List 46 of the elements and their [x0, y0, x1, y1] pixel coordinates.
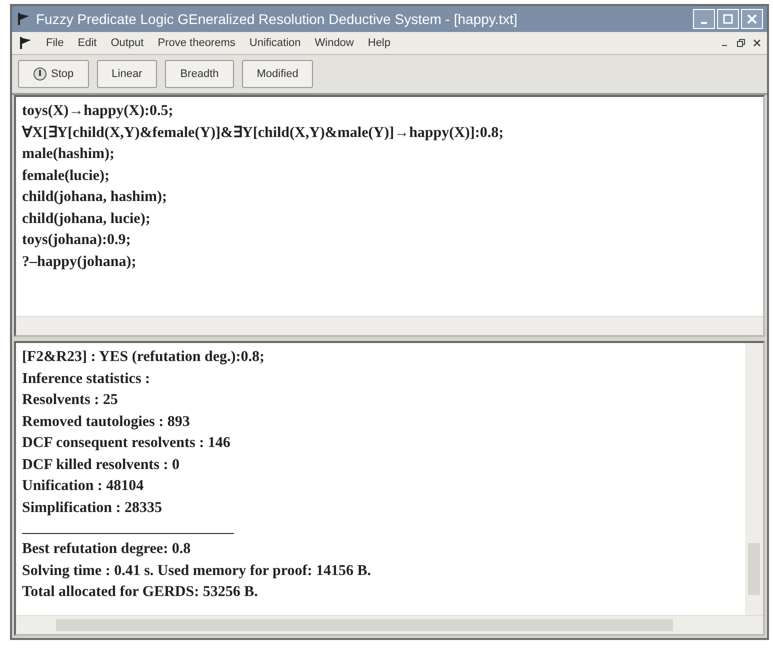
output-line: DCF killed resolvents : 0: [22, 456, 180, 474]
code-line: female(lucie);: [22, 166, 110, 186]
code-line: male(hashim);: [22, 145, 116, 164]
horizontal-scrollbar[interactable]: [16, 316, 763, 335]
toolbar-button[interactable]: Stop: [18, 60, 89, 88]
toolbar-button[interactable]: Breadth: [165, 60, 234, 88]
flag-icon: [16, 12, 30, 26]
minimize-icon: [701, 22, 707, 24]
code-line: toys(johana):0.9;: [22, 231, 132, 250]
code-line: ∀X[∃Y[child(X,Y)&female(Y)]&∃Y[child(X,Y)&male(Y)]→happy(X)]:0.8;: [22, 124, 505, 142]
code-line: child(johana, lucie);: [22, 210, 152, 228]
menu-item[interactable]: Help: [368, 37, 390, 49]
close-icon[interactable]: [753, 39, 761, 47]
maximize-button[interactable]: [717, 9, 739, 29]
menu-item[interactable]: File: [46, 37, 64, 49]
close-icon: [747, 14, 757, 24]
menu-item[interactable]: Output: [110, 37, 144, 49]
restore-icon[interactable]: [737, 39, 745, 47]
horizontal-scrollbar[interactable]: [16, 615, 763, 634]
output-line: [F2&R23] : YES (refutation deg.):0.8;: [22, 348, 266, 367]
code-line: child(johana, hashim);: [22, 188, 168, 207]
output-line: DCF consequent resolvents : 146: [22, 434, 232, 453]
stop-icon: [33, 67, 47, 81]
output-line: Simplification : 28335: [22, 498, 164, 518]
output-line: Best refutation degree: 0.8: [22, 540, 192, 559]
window-title: Fuzzy Predicate Logic GEneralized Resolution Deductive System - [happy.txt]: [36, 11, 518, 27]
output-line: Unification : 48104: [22, 477, 145, 496]
output-line: Inference statistics :: [22, 370, 152, 388]
menu-item[interactable]: Edit: [78, 37, 97, 49]
vertical-scrollbar[interactable]: [745, 343, 763, 615]
menu-item[interactable]: Window: [314, 37, 354, 49]
close-button[interactable]: [741, 9, 763, 29]
minimize-button[interactable]: [693, 9, 715, 29]
output-line: Removed tautologies : 893: [22, 412, 191, 432]
output-line: Solving time : 0.41 s. Used memory for proof: 14156 B.: [22, 562, 372, 580]
output-line: Resolvents : 25: [22, 391, 119, 410]
toolbar-button[interactable]: Linear: [96, 60, 158, 88]
flag-icon: [18, 36, 32, 50]
output-line: Total allocated for GERDS: 53256 B.: [22, 583, 259, 602]
toolbar-button[interactable]: Modified: [242, 60, 314, 88]
menu-item[interactable]: Prove theorems: [158, 37, 236, 49]
editor-pane[interactable]: toys(X)→happy(X):0.5; ∀X[∃Y[child(X,Y)&female(Y)]&∃Y[child(X,Y)&male(Y)]→happy(X)]:0.8; male(hashim); female(lucie); child(johana, hashim); child(johana, lucie); toys(johana):0.9; ?–happy(johana);: [14, 95, 765, 337]
menu-item[interactable]: Unification: [249, 37, 301, 49]
code-line: toys(X)→happy(X):0.5;: [22, 102, 174, 121]
maximize-icon: [723, 14, 733, 24]
code-line: ?–happy(johana);: [22, 252, 138, 272]
